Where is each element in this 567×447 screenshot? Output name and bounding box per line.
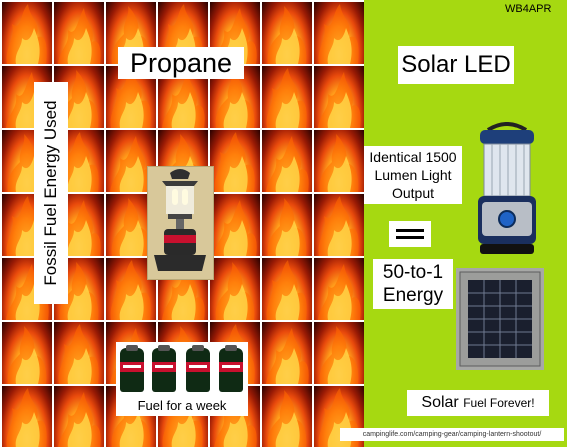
energy-ratio-label: 50-to-1 Energy bbox=[373, 259, 453, 309]
fire-icon bbox=[262, 322, 312, 384]
fuel-week-caption: Fuel for a week bbox=[137, 398, 227, 413]
solar-forever-small: Fuel Forever! bbox=[463, 396, 535, 410]
fire-icon bbox=[262, 386, 312, 447]
fire-icon bbox=[54, 322, 104, 384]
propane-canister-icon bbox=[219, 345, 243, 392]
equals-sign bbox=[389, 221, 431, 247]
fire-icon bbox=[314, 130, 364, 192]
source-credit: campinglife.com/camping-gear/camping-lan… bbox=[340, 428, 564, 441]
fuel-week-card: Fuel for a week bbox=[116, 342, 248, 416]
propane-canister-icon bbox=[152, 345, 176, 392]
solar-panel-icon bbox=[456, 268, 544, 370]
fire-icon bbox=[54, 2, 104, 64]
comparison-graphic: WB4APR Propane Fossil Fuel Energy Used F… bbox=[0, 0, 567, 447]
fire-icon bbox=[2, 322, 52, 384]
led-lantern-icon bbox=[470, 122, 544, 258]
fire-icon bbox=[2, 2, 52, 64]
fire-icon bbox=[262, 2, 312, 64]
fire-icon bbox=[2, 386, 52, 447]
fire-icon bbox=[210, 130, 260, 192]
fire-icon bbox=[314, 66, 364, 128]
solar-forever-label: Solar Fuel Forever! bbox=[407, 390, 549, 416]
fossil-fuel-label: Fossil Fuel Energy Used bbox=[34, 82, 68, 304]
fire-icon bbox=[54, 386, 104, 447]
propane-canister-icon bbox=[186, 345, 210, 392]
fire-icon bbox=[262, 130, 312, 192]
fire-icon bbox=[314, 2, 364, 64]
solar-forever-main: Solar bbox=[421, 394, 459, 411]
fire-icon bbox=[262, 194, 312, 256]
identical-output-label: Identical 1500 Lumen Light Output bbox=[364, 146, 462, 204]
fire-icon bbox=[210, 194, 260, 256]
fire-icon bbox=[314, 258, 364, 320]
fire-icon bbox=[210, 258, 260, 320]
solar-title: Solar LED bbox=[398, 46, 514, 84]
fire-icon bbox=[314, 322, 364, 384]
propane-lantern-icon bbox=[147, 166, 214, 280]
fire-icon bbox=[314, 194, 364, 256]
callsign-label: WB4APR bbox=[505, 3, 552, 15]
fossil-fuel-label-text: Fossil Fuel Energy Used bbox=[41, 100, 60, 286]
propane-title: Propane bbox=[118, 47, 244, 79]
propane-canister-icon bbox=[120, 345, 144, 392]
fire-icon bbox=[262, 258, 312, 320]
fire-icon bbox=[262, 66, 312, 128]
